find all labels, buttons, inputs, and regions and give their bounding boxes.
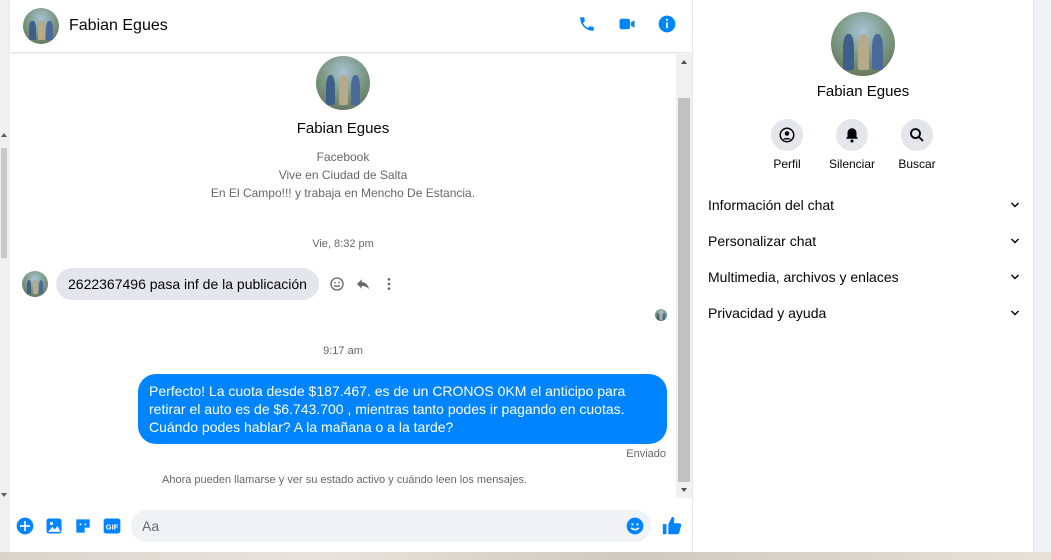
reply-icon[interactable]: [355, 276, 371, 292]
chevron-down-icon: [1008, 198, 1022, 212]
emoji-icon[interactable]: [625, 516, 645, 536]
right-edge-strip: [1033, 0, 1051, 560]
chat-header: Fabian Egues: [10, 0, 693, 53]
avatar[interactable]: [23, 8, 59, 44]
profile-work: En El Campo!!! y trabaja en Mencho De Es…: [210, 186, 476, 200]
profile-button[interactable]: Perfil: [765, 119, 809, 171]
received-message-row: 2622367496 pasa inf de la publicación: [22, 268, 397, 300]
section-label: Personalizar chat: [708, 233, 817, 249]
scroll-down-arrow[interactable]: [681, 488, 687, 492]
phone-icon[interactable]: [577, 14, 597, 34]
section-label: Información del chat: [708, 197, 835, 213]
sticker-icon[interactable]: [73, 516, 93, 536]
search-icon: [910, 128, 924, 142]
gif-icon[interactable]: GIF: [102, 516, 122, 536]
page-scrollbar[interactable]: [0, 0, 10, 560]
received-message[interactable]: 2622367496 pasa inf de la publicación: [56, 268, 319, 300]
scroll-up-arrow[interactable]: [681, 60, 687, 64]
video-icon[interactable]: [617, 14, 637, 34]
profile-name: Fabian Egues: [296, 120, 390, 137]
chat-contact-name[interactable]: Fabian Egues: [69, 17, 168, 35]
user-circle-icon: [779, 127, 795, 143]
search-button[interactable]: Buscar: [895, 119, 939, 171]
section-media-files-links[interactable]: Multimedia, archivos y enlaces: [708, 259, 1022, 295]
sent-message[interactable]: Perfecto! La cuota desde $187.467. es de…: [138, 374, 667, 444]
chevron-down-icon: [1008, 234, 1022, 248]
profile-button-label: Perfil: [773, 157, 801, 171]
avatar[interactable]: [316, 56, 370, 110]
section-privacy-help[interactable]: Privacidad y ayuda: [708, 295, 1022, 331]
chat-scrollbar[interactable]: [676, 54, 692, 498]
scrollbar-thumb[interactable]: [678, 98, 690, 482]
profile-location: Vive en Ciudad de Salta: [278, 168, 408, 182]
scroll-up-arrow[interactable]: [1, 133, 7, 137]
bell-icon: [846, 128, 858, 143]
section-chat-info[interactable]: Información del chat: [708, 187, 1022, 223]
photo-icon[interactable]: [44, 516, 64, 536]
chat-panel: Fabian Egues Fabian Egues Facebook Vive …: [10, 0, 693, 552]
section-customize-chat[interactable]: Personalizar chat: [708, 223, 1022, 259]
message-composer: GIF: [10, 508, 693, 544]
chat-notice: Ahora pueden llamarse y ver su estado ac…: [162, 474, 528, 486]
profile-source: Facebook: [316, 150, 370, 164]
message-list[interactable]: Fabian Egues Facebook Vive en Ciudad de …: [10, 54, 676, 498]
react-emoji-icon[interactable]: [329, 276, 345, 292]
message-timestamp: Vie, 8:32 pm: [312, 238, 374, 250]
search-button-label: Buscar: [898, 157, 936, 171]
plus-icon[interactable]: [15, 516, 35, 536]
chevron-down-icon: [1008, 306, 1022, 320]
chevron-down-icon: [1008, 270, 1022, 284]
avatar[interactable]: [22, 271, 48, 297]
section-label: Privacidad y ayuda: [708, 305, 827, 321]
bottom-edge-strip: [0, 552, 1051, 560]
section-label: Multimedia, archivos y enlaces: [708, 269, 899, 285]
scroll-down-arrow[interactable]: [1, 493, 7, 497]
seen-indicator-avatar: [655, 309, 667, 321]
info-icon[interactable]: [657, 14, 677, 34]
gif-label: GIF: [106, 522, 119, 531]
conversation-profile: Fabian Egues Facebook Vive en Ciudad de …: [10, 56, 676, 202]
more-options-icon[interactable]: [381, 276, 397, 292]
mute-button[interactable]: Silenciar: [828, 119, 876, 171]
mute-button-label: Silenciar: [828, 157, 876, 171]
scrollbar-thumb[interactable]: [1, 148, 7, 258]
message-timestamp: 9:17 am: [323, 345, 363, 357]
details-contact-name: Fabian Egues: [816, 83, 910, 100]
message-status: Enviado: [626, 448, 666, 460]
message-input[interactable]: [142, 518, 612, 534]
avatar[interactable]: [831, 12, 895, 76]
thumbs-up-icon[interactable]: [661, 515, 683, 537]
message-input-container: [131, 510, 651, 542]
conversation-details-panel: Fabian Egues Perfil Silenciar Buscar Inf…: [693, 0, 1033, 552]
